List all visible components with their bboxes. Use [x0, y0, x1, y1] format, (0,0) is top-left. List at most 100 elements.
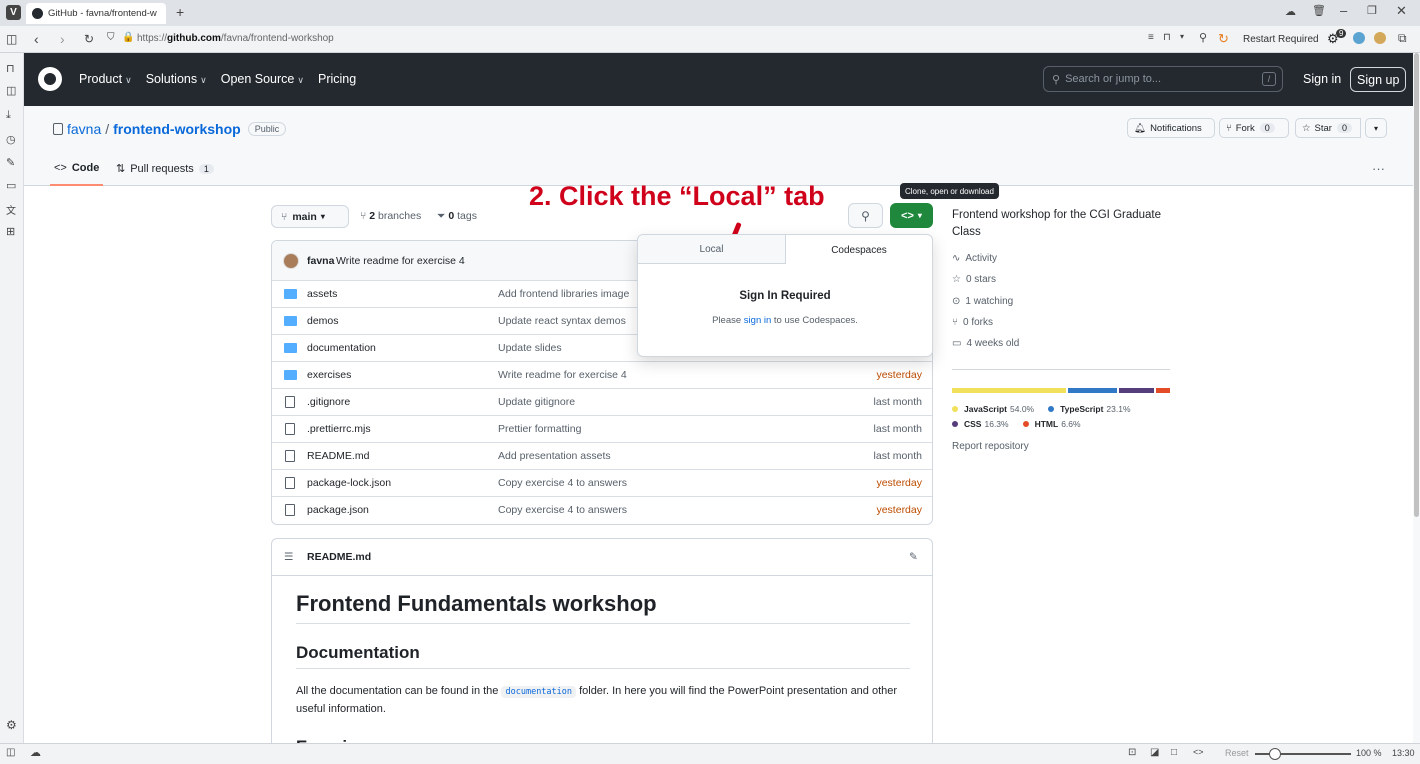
commit-message[interactable]: Copy exercise 4 to answers	[498, 477, 627, 489]
extension-3-icon[interactable]	[1374, 32, 1386, 44]
more-icon[interactable]: ···	[1372, 161, 1385, 176]
panel-icon[interactable]: ◫	[6, 747, 15, 758]
commit-message[interactable]: Update react syntax demos	[498, 315, 626, 327]
table-row[interactable]: package.json Copy exercise 4 to answers ye…	[272, 496, 932, 523]
reload-icon[interactable]: ↻	[84, 32, 94, 46]
reading-list-icon[interactable]: ◫	[6, 84, 16, 97]
table-row[interactable]: README.md Add presentation assets last mon…	[272, 442, 932, 469]
back-icon[interactable]: ‹	[34, 31, 39, 47]
table-row[interactable]: .prettierrc.mjs Prettier formatting last m…	[272, 415, 932, 442]
file-name[interactable]: exercises	[307, 369, 351, 381]
zoom-slider[interactable]	[1255, 748, 1351, 760]
commit-message[interactable]: Update slides	[498, 342, 562, 354]
reader-icon[interactable]: ≡	[1148, 32, 1154, 43]
watching-link[interactable]: ⊙ 1 watching	[952, 296, 1013, 307]
window-icon[interactable]: □	[1171, 747, 1177, 758]
nav-product[interactable]: Product ∨	[79, 72, 132, 86]
repo-tab-code[interactable]: <> Code	[50, 162, 104, 186]
file-name[interactable]: package-lock.json	[307, 477, 391, 489]
commit-message[interactable]: Copy exercise 4 to answers	[498, 504, 627, 516]
close-window-icon[interactable]: ✕	[1396, 3, 1407, 19]
cloud-icon[interactable]: ☁	[1285, 5, 1296, 18]
file-name[interactable]: assets	[307, 288, 337, 300]
extension-2-icon[interactable]	[1353, 32, 1365, 44]
nav-open-source[interactable]: Open Source ∨	[221, 72, 304, 86]
forward-icon[interactable]: ›	[60, 31, 65, 47]
branches-link[interactable]: ⑂ 2 branches	[360, 210, 421, 222]
zoom-reset[interactable]: Reset	[1225, 748, 1249, 758]
code-button[interactable]: <> ▾	[890, 203, 933, 228]
trash-icon[interactable]: 🗑	[1312, 4, 1326, 17]
cloud-sync-icon[interactable]: ☁	[30, 746, 41, 759]
nav-pricing[interactable]: Pricing	[318, 72, 356, 86]
restart-required-label[interactable]: Restart Required	[1243, 34, 1319, 45]
table-row[interactable]: package-lock.json Copy exercise 4 to answ…	[272, 469, 932, 496]
language-item[interactable]: CSS 16.3%	[952, 416, 1009, 431]
commit-message[interactable]: Add frontend libraries image	[498, 288, 629, 300]
file-name[interactable]: .prettierrc.mjs	[307, 423, 371, 435]
notes-icon[interactable]: ✎	[6, 156, 15, 169]
tab-local[interactable]: Local	[638, 235, 786, 264]
go-to-file-button[interactable]: ⚲	[848, 203, 883, 228]
table-row[interactable]: .gitignore Update gitignore last month	[272, 388, 932, 415]
star-button[interactable]: ☆ Star 0	[1295, 118, 1361, 138]
branch-select[interactable]: ⑂ main ▾	[271, 205, 349, 228]
nav-solutions[interactable]: Solutions ∨	[146, 72, 207, 86]
fork-button[interactable]: ⑂ Fork 0	[1219, 118, 1289, 138]
file-name[interactable]: .gitignore	[307, 396, 350, 408]
page-scrollbar[interactable]	[1413, 53, 1420, 743]
settings-icon[interactable]: ⚙	[6, 718, 17, 732]
forks-link[interactable]: ⑂ 0 forks	[952, 317, 993, 328]
scrollbar-thumb[interactable]	[1414, 53, 1419, 517]
code-icon[interactable]: <>	[1193, 747, 1204, 757]
restore-icon[interactable]: ❐	[1367, 4, 1377, 17]
avatar[interactable]	[283, 253, 299, 269]
capture-icon[interactable]: ⊡	[1128, 747, 1136, 758]
commit-message[interactable]: Prettier formatting	[498, 423, 581, 435]
sign-in-link[interactable]: Sign in	[1303, 72, 1341, 86]
star-dropdown-button[interactable]: ▾	[1365, 118, 1387, 138]
tab-codespaces[interactable]: Codespaces	[786, 235, 932, 265]
search-icon[interactable]: ⚲	[1199, 31, 1207, 44]
panel-toggle-icon[interactable]: ◫	[6, 32, 17, 46]
repo-tab-pull-requests[interactable]: ⇅ Pull requests 1	[116, 162, 214, 175]
browser-tab[interactable]: GitHub - favna/frontend-w	[26, 3, 166, 24]
zoom-slider-thumb[interactable]	[1269, 748, 1281, 760]
commit-author[interactable]: favna	[307, 255, 334, 267]
stars-link[interactable]: ☆ 0 stars	[952, 274, 996, 285]
file-name[interactable]: demos	[307, 315, 339, 327]
language-item[interactable]: TypeScript 23.1%	[1048, 401, 1131, 416]
tags-link[interactable]: ⏷ 0 tags	[437, 210, 477, 223]
commit-message[interactable]: Write readme for exercise 4	[336, 255, 465, 267]
language-item[interactable]: JavaScript 54.0%	[952, 401, 1034, 416]
vivaldi-logo-icon[interactable]: V	[6, 5, 21, 20]
file-name[interactable]: documentation	[307, 342, 376, 354]
tiling-icon[interactable]: ◪	[1150, 747, 1159, 758]
report-repository-link[interactable]: Report repository	[952, 441, 1029, 452]
bookmarks-panel-icon[interactable]: ⊓	[6, 62, 15, 75]
commit-message[interactable]: Write readme for exercise 4	[498, 369, 627, 381]
activity-link[interactable]: ∿ Activity	[952, 253, 997, 264]
notifications-button[interactable]: 🔔︎ Notifications	[1127, 118, 1215, 138]
minimize-icon[interactable]: –	[1340, 3, 1347, 18]
url-field[interactable]: https://github.com/favna/frontend-worksh…	[137, 33, 334, 44]
repo-name-link[interactable]: frontend-workshop	[113, 121, 241, 137]
window-icon[interactable]: ▭	[6, 179, 16, 192]
history-icon[interactable]: ◷	[6, 133, 16, 146]
puzzle-icon[interactable]: ⧉	[1398, 31, 1407, 46]
language-item[interactable]: HTML 6.6%	[1022, 416, 1081, 431]
github-logo-icon[interactable]	[38, 67, 62, 91]
dropdown-icon[interactable]: ▾	[1180, 32, 1184, 41]
sign-up-button[interactable]: Sign up	[1350, 67, 1407, 92]
new-tab-icon[interactable]: +	[176, 4, 184, 20]
add-panel-icon[interactable]: ⊞	[6, 225, 15, 238]
list-icon[interactable]: ☰	[284, 551, 293, 563]
sign-in-link[interactable]: sign in	[744, 315, 771, 326]
shield-icon[interactable]: ⛉	[107, 32, 115, 43]
commit-message[interactable]: Add presentation assets	[498, 450, 611, 462]
file-name[interactable]: package.json	[307, 504, 369, 516]
update-icon[interactable]: ↻	[1218, 31, 1229, 47]
bookmark-icon[interactable]: ⊓	[1163, 32, 1171, 43]
edit-pencil-icon[interactable]: ✎	[909, 551, 918, 563]
commit-message[interactable]: Update gitignore	[498, 396, 575, 408]
